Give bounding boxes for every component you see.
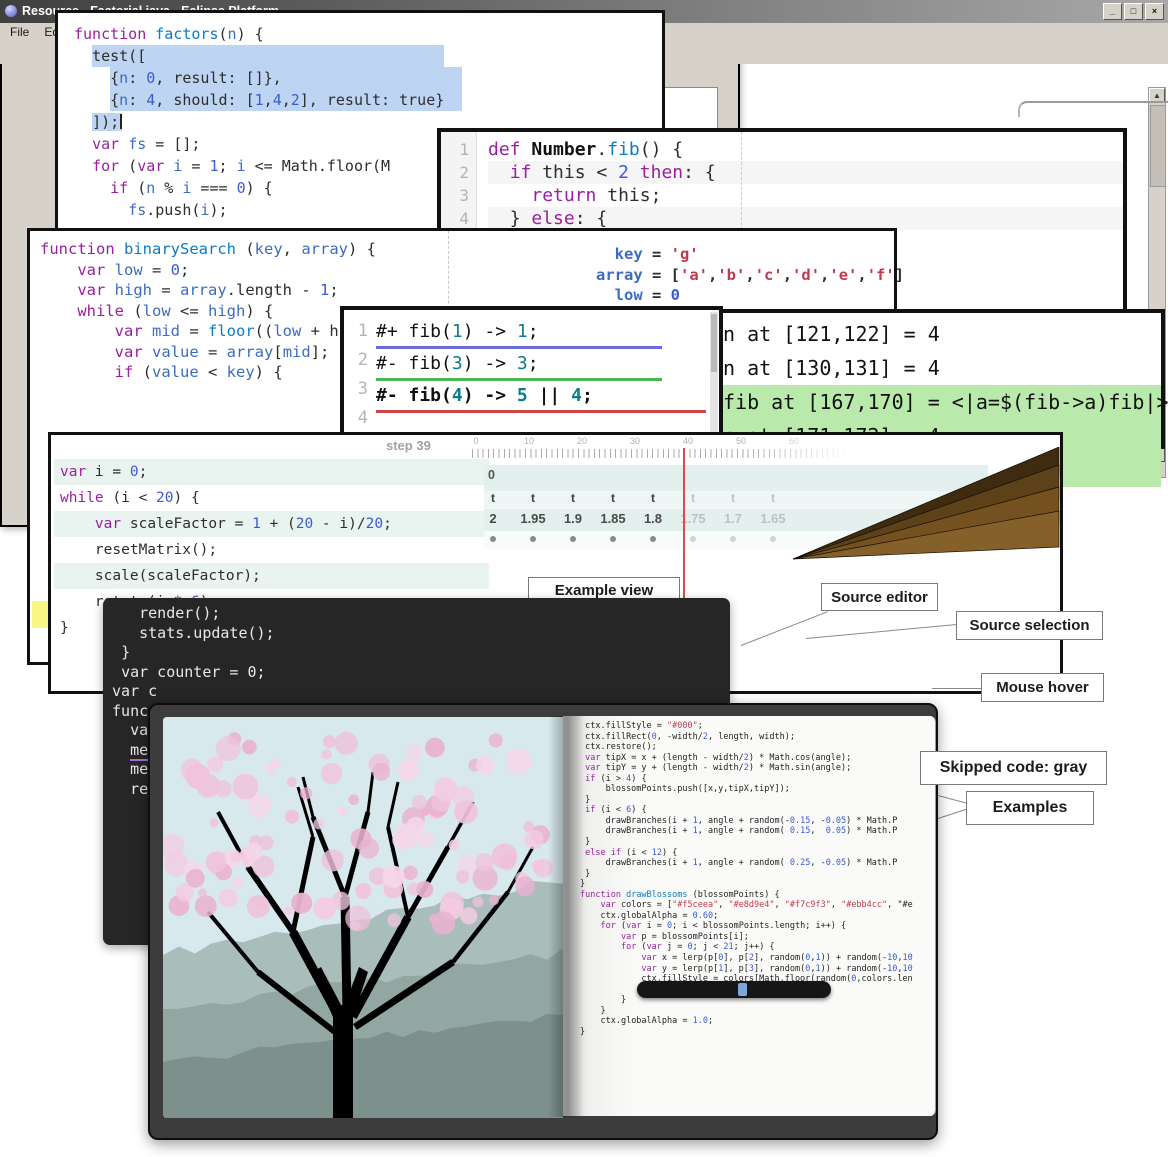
book-left-page-illustration [163,717,563,1118]
scrollbar[interactable] [710,312,718,439]
eclipse-icon [5,5,17,17]
window-controls: _□× [1103,3,1164,20]
connector-line [938,808,969,819]
window-fib-tests: 12345 #+ fib(1) -> 1;#- fib(3) -> 3;#- f… [340,306,723,445]
label-source-selection: Source selection [956,611,1103,640]
label-skipped-code: Skipped code: gray [920,751,1107,785]
scrubber-handle[interactable] [738,983,747,996]
cherry-blossom-scene [163,717,563,1118]
window-trace-output: n at [121,122] = 4n at [130,131] = 4fib … [702,309,1165,449]
screenshot-collage: function factors(n) { test([ {n: 0, resu… [0,0,1168,1157]
rotated-canvas-render [791,447,1061,563]
background-window-edge [1018,101,1168,117]
window-control-button[interactable]: × [1145,3,1164,20]
video-scrubber[interactable] [637,981,831,998]
label-source-editor: Source editor [821,583,938,611]
window-book-video: ctx.fillStyle = "#000"; ctx.fillRect(0, … [148,703,938,1140]
connector-line [932,688,981,689]
menu-item-file[interactable]: File [10,23,29,42]
window-control-button[interactable]: □ [1124,3,1143,20]
label-mouse-hover: Mouse hover [981,673,1104,702]
label-examples: Examples [966,791,1094,825]
book-right-page: ctx.fillStyle = "#000"; ctx.fillRect(0, … [563,716,936,1116]
window-control-button[interactable]: _ [1103,3,1122,20]
step-counter: step 39 [386,438,431,453]
connector-line [938,795,968,804]
current-line-highlight [32,601,49,628]
